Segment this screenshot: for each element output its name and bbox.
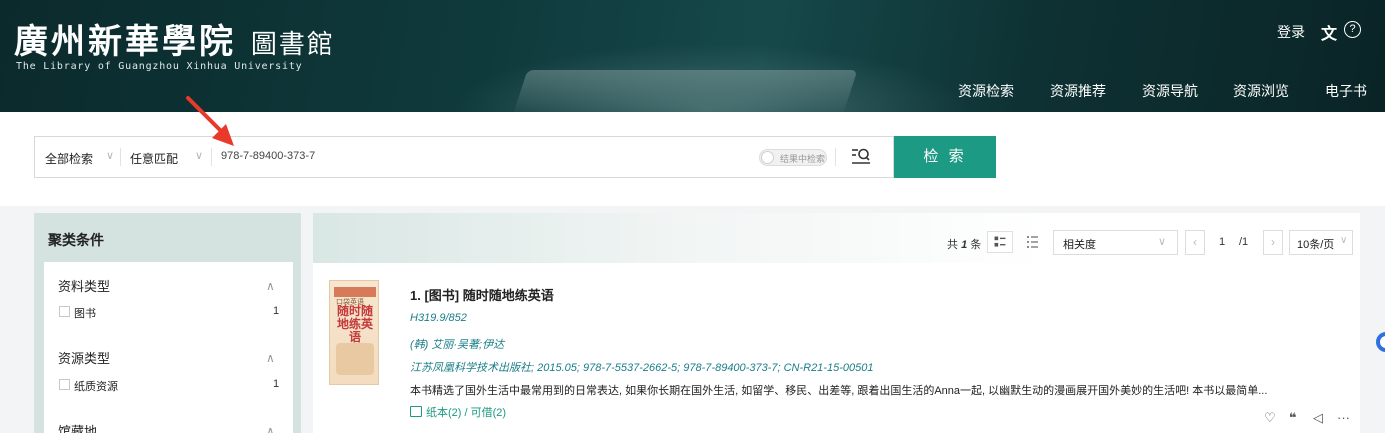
search-button[interactable]: 检 索 [894, 136, 996, 178]
current-page: 1 [1219, 236, 1226, 248]
facet-group-location[interactable]: 馆藏地 [58, 421, 97, 433]
cite-icon[interactable]: ❝ [1289, 410, 1297, 426]
help-icon[interactable]: ? [1344, 21, 1361, 38]
result-title-link[interactable]: 1. [图书] 随时随地练英语 [410, 285, 554, 304]
facet-panel: 聚类条件 资料类型 ∧ 图书 1 资源类型 ∧ 纸质资源 1 馆藏地 ∧ [34, 213, 301, 433]
search-scope-select[interactable]: 全部检索 [45, 150, 93, 167]
checkbox[interactable] [59, 306, 70, 317]
chevron-down-icon[interactable]: ∨ [106, 149, 114, 162]
facet-list: 资料类型 ∧ 图书 1 资源类型 ∧ 纸质资源 1 馆藏地 ∧ [44, 262, 293, 433]
logo-english-name: The Library of Guangzhou Xinhua Universi… [16, 61, 303, 72]
results-toolbar: 共 1 条 相关度 ∨ ‹ 1 /1 › 10条/页 ∨ [313, 213, 1360, 263]
login-link[interactable]: 登录 [1277, 22, 1305, 42]
match-mode-select[interactable]: 任意匹配 [130, 150, 178, 167]
holdings-text: 纸本(2) / 可借(2) [426, 407, 507, 419]
result-holdings-link[interactable]: 纸本(2) / 可借(2) [410, 404, 506, 420]
toggle-knob [761, 151, 774, 164]
book-icon [410, 406, 422, 417]
result-publication: 江苏凤凰科学技术出版社; 2015.05; 978-7-5537-2662-5;… [410, 362, 874, 374]
nav-resource-navigation[interactable]: 资源导航 [1142, 81, 1198, 101]
per-page-value: 10条/页 [1297, 239, 1335, 251]
total-prefix: 共 [947, 239, 958, 251]
chevron-down-icon: ∨ [1340, 235, 1348, 246]
facet-option-print-resource[interactable]: 纸质资源 [74, 378, 118, 394]
facet-count: 1 [273, 378, 280, 390]
toggle-label: 结果中检索 [780, 154, 826, 164]
red-arrow-annotation [186, 96, 234, 146]
more-icon[interactable]: ··· [1337, 410, 1350, 425]
nav-resource-browse[interactable]: 资源浏览 [1233, 81, 1289, 101]
divider [120, 148, 121, 166]
grid-view-icon[interactable] [987, 231, 1013, 253]
facet-count: 1 [273, 305, 280, 317]
facet-group-material-type[interactable]: 资料类型 [58, 276, 110, 295]
chevron-up-icon[interactable]: ∧ [266, 424, 275, 433]
result-authors[interactable]: (韩) 艾丽·吴著;伊达 [410, 336, 504, 352]
chevron-up-icon[interactable]: ∧ [266, 279, 275, 293]
facet-option-book[interactable]: 图书 [74, 305, 96, 321]
chevron-down-icon: ∨ [1158, 236, 1167, 248]
result-abstract: 本书精选了国外生活中最常用到的日常表达, 如果你长期在国外生活, 如留学、移民、… [410, 385, 1268, 397]
nav-resource-recommend[interactable]: 资源推荐 [1050, 81, 1106, 101]
per-page-select[interactable]: 10条/页 ∨ [1289, 230, 1353, 255]
header-book-art [512, 70, 858, 112]
nav-resource-search[interactable]: 资源检索 [958, 81, 1014, 101]
next-page-button[interactable]: › [1263, 230, 1283, 255]
result-call-number: H319.9/852 [410, 312, 467, 324]
language-switch-icon[interactable]: 文 [1321, 20, 1337, 44]
divider [835, 148, 836, 166]
nav-ebooks[interactable]: 电子书 [1325, 81, 1367, 101]
floating-assistant-icon[interactable] [1376, 332, 1385, 352]
facet-title: 聚类条件 [48, 232, 104, 248]
cover-illustration [336, 343, 374, 375]
prev-page-button[interactable]: ‹ [1185, 230, 1205, 255]
favorite-icon[interactable]: ♡ [1264, 410, 1276, 426]
advanced-search-icon[interactable] [851, 146, 871, 166]
book-cover[interactable]: 口袋英语 随时随地练英语 [329, 280, 379, 385]
total-count: 1 [961, 239, 968, 251]
total-suffix: 条 [970, 239, 982, 251]
facet-group-resource-type[interactable]: 资源类型 [58, 348, 110, 367]
total-pages: /1 [1239, 236, 1249, 248]
sort-value: 相关度 [1063, 239, 1096, 251]
checkbox[interactable] [59, 379, 70, 390]
library-logo[interactable]: 廣州新華學院 圖書館 [14, 14, 335, 63]
chevron-up-icon[interactable]: ∧ [266, 351, 275, 365]
sort-select[interactable]: 相关度 ∨ [1053, 230, 1178, 255]
search-within-results-toggle[interactable]: 结果中检索 [759, 149, 827, 166]
cover-band [334, 287, 376, 297]
logo-library-name: 圖書館 [250, 30, 335, 60]
logo-school-name: 廣州新華學院 [14, 22, 236, 62]
list-view-icon[interactable] [1021, 231, 1045, 253]
cover-title: 随时随地练英语 [336, 304, 373, 344]
results-panel: 共 1 条 相关度 ∨ ‹ 1 /1 › 10条/页 ∨ 口袋英语 随时随地练英… [313, 213, 1360, 433]
share-icon[interactable]: ◁ [1313, 410, 1323, 426]
search-box: 全部检索 ∨ 任意匹配 ∨ 978-7-89400-373-7 结果中检索 [34, 136, 894, 178]
result-total: 共 1 条 [947, 236, 981, 252]
